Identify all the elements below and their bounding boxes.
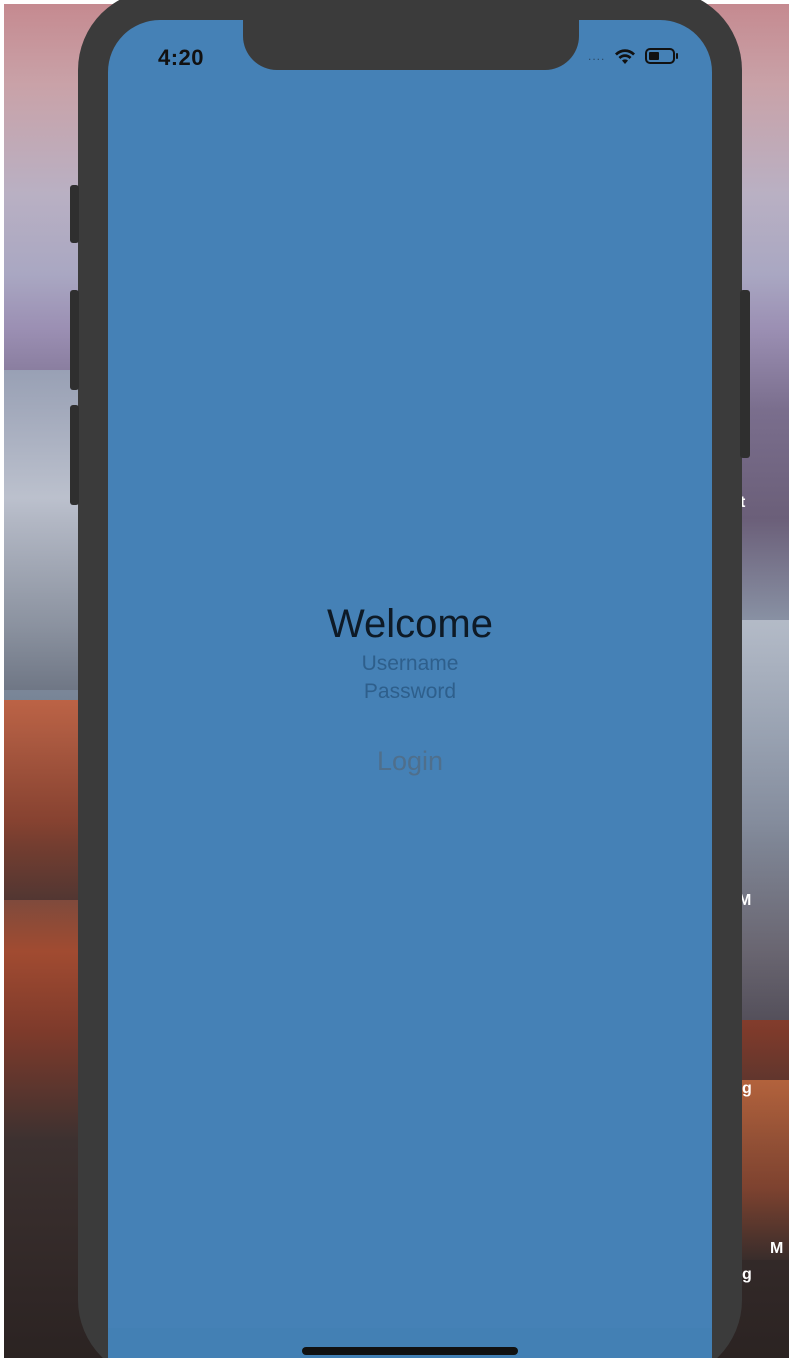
battery-icon <box>645 48 679 64</box>
login-button-wrapper: Login <box>108 745 712 778</box>
welcome-title: Welcome <box>327 602 493 646</box>
home-indicator[interactable] <box>302 1347 518 1355</box>
password-field-wrapper <box>108 680 712 704</box>
username-input[interactable] <box>310 652 510 676</box>
desktop-stage: t M g g M 4:20 .... Welcome Login <box>0 0 789 1358</box>
username-field-wrapper <box>108 652 712 676</box>
wallpaper-rock-left <box>4 700 79 900</box>
power-button <box>740 290 750 458</box>
status-indicators: .... <box>588 46 679 66</box>
signal-icon: .... <box>588 49 606 63</box>
wallpaper-mountain-right <box>739 620 789 1020</box>
desktop-label: M <box>770 1240 784 1257</box>
wallpaper-mountain-left <box>4 370 79 690</box>
wifi-icon <box>615 49 636 64</box>
wallpaper-rock-right <box>739 1080 789 1260</box>
volume-down-button <box>70 405 79 505</box>
password-input[interactable] <box>310 680 510 704</box>
volume-up-button <box>70 290 79 390</box>
battery-level <box>649 52 660 60</box>
notch <box>243 0 579 70</box>
desktop-label: g <box>742 1080 752 1097</box>
silent-switch <box>70 185 79 243</box>
login-button[interactable]: Login <box>371 745 449 778</box>
status-time: 4:20 <box>158 45 205 70</box>
desktop-label: g <box>742 1266 752 1283</box>
